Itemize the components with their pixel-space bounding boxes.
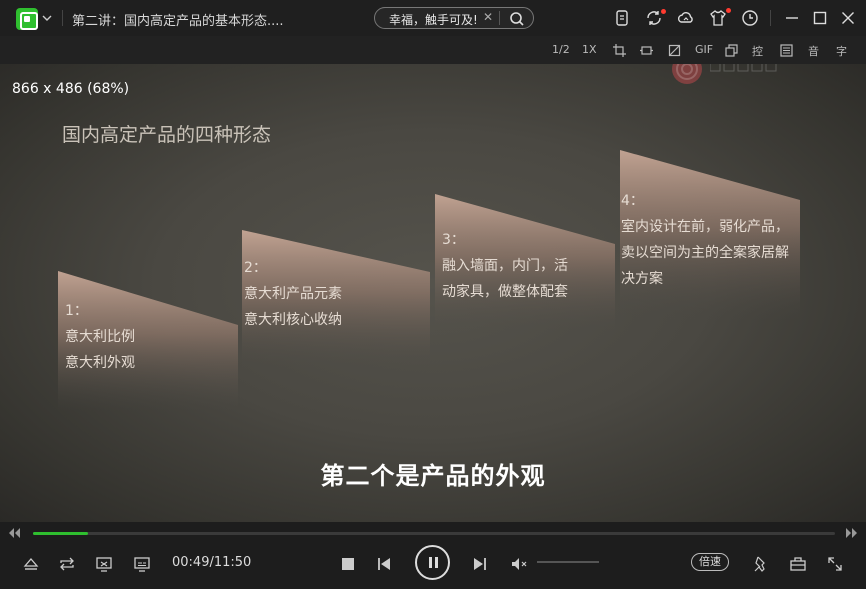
panel-label-line: 4：	[621, 193, 644, 209]
mobile-phone-icon[interactable]	[613, 9, 631, 27]
panel-label-line: 决方案	[621, 271, 663, 287]
form-panel-3: 3： 融入墙面，内门，活 动家具，做整体配套	[435, 194, 615, 334]
watermark-text-graphic	[710, 64, 777, 72]
picture-settings-icon[interactable]	[780, 44, 793, 57]
app-logo-icon[interactable]	[16, 8, 38, 30]
cloud-icon[interactable]	[677, 9, 695, 27]
seek-progress-fill	[33, 532, 89, 535]
minimize-icon[interactable]	[783, 9, 801, 27]
progress-bar	[0, 522, 866, 544]
volume-muted-icon[interactable]	[510, 555, 528, 573]
panel-label-line: 融入墙面，内门，活	[442, 258, 568, 274]
panel-label-line: 卖以空间为主的全案家居解	[621, 245, 789, 261]
video-frame[interactable]: 866 x 486 (68%) 国内高定产品的四种形态 1： 意大利比例 意大利…	[0, 64, 866, 522]
skin-tshirt-icon[interactable]	[709, 9, 727, 27]
panel-label-line: 意大利核心收纳	[244, 312, 342, 328]
panel-label-line: 2：	[244, 260, 267, 276]
form-panel-1: 1： 意大利比例 意大利外观	[58, 271, 238, 411]
previous-track-icon[interactable]	[375, 555, 393, 573]
control-bar: 00:49/11:50 倍速	[0, 544, 866, 589]
subtitle-caption: 第二个是产品的外观	[320, 462, 546, 490]
form-panel-4: 4： 室内设计在前，弱化产品， 卖以空间为主的全案家居解 决方案	[620, 150, 800, 320]
panel-label-line: 意大利外观	[65, 355, 135, 371]
search-box[interactable]: 幸福，触手可及! ✕	[374, 7, 534, 29]
panel-label-line: 3：	[442, 232, 465, 248]
clear-search-icon[interactable]: ✕	[483, 10, 493, 24]
tool-strip: 1/2 1X GIF 控 音 字	[0, 36, 866, 64]
slide-title: 国内高定产品的四种形态	[62, 124, 272, 146]
search-icon[interactable]	[509, 11, 525, 27]
pause-button[interactable]	[415, 545, 450, 580]
resolution-overlay: 866 x 486 (68%)	[12, 81, 130, 97]
half-size-button[interactable]: 1/2	[552, 43, 570, 56]
search-input[interactable]: 幸福，触手可及!	[389, 11, 478, 28]
title-separator	[770, 10, 771, 26]
seek-forward-icon[interactable]	[844, 528, 860, 538]
panel-label-line: 意大利产品元素	[244, 286, 342, 302]
notification-dot	[661, 9, 666, 14]
control-panel-button[interactable]: 控	[752, 43, 763, 59]
history-clock-icon[interactable]	[741, 9, 759, 27]
title-bar: 第二讲：国内高定产品的基本形态.... 幸福，触手可及! ✕	[0, 0, 866, 36]
seek-track[interactable]	[33, 532, 835, 535]
gif-capture-button[interactable]: GIF	[695, 43, 713, 56]
panel-label-line: 意大利比例	[65, 329, 135, 345]
close-icon[interactable]	[839, 9, 857, 27]
volume-slider[interactable]	[537, 561, 599, 563]
video-title: 第二讲：国内高定产品的基本形态....	[72, 14, 284, 29]
chevron-down-icon[interactable]	[42, 13, 52, 23]
stop-icon[interactable]	[339, 555, 357, 573]
playback-speed-button[interactable]: 倍速	[691, 553, 729, 571]
search-divider	[499, 11, 500, 25]
eject-open-file-icon[interactable]	[22, 555, 40, 573]
panel-label-line: 动家具，做整体配套	[442, 284, 568, 300]
toolbox-icon[interactable]	[789, 555, 807, 573]
loop-icon[interactable]	[58, 555, 76, 573]
panel-label-line: 1：	[65, 303, 88, 319]
subtitle-screen-icon[interactable]	[133, 555, 151, 573]
screen-cast-icon[interactable]	[95, 555, 113, 573]
fit-screen-icon[interactable]	[640, 44, 653, 57]
original-size-button[interactable]: 1X	[582, 43, 597, 56]
crop-frame-icon[interactable]	[613, 44, 626, 57]
maximize-icon[interactable]	[811, 9, 829, 27]
subtitle-settings-button[interactable]: 字	[836, 43, 847, 59]
form-panel-2: 2： 意大利产品元素 意大利核心收纳	[242, 230, 430, 370]
panel-label-line: 室内设计在前，弱化产品，	[621, 219, 789, 235]
multi-window-icon[interactable]	[725, 44, 738, 57]
time-display: 00:49/11:50	[172, 555, 252, 570]
watermark-logo-icon	[672, 64, 702, 84]
audio-settings-button[interactable]: 音	[808, 43, 819, 59]
pin-on-top-icon[interactable]	[752, 555, 770, 573]
title-separator	[62, 10, 63, 26]
seek-backward-icon[interactable]	[6, 528, 22, 538]
notification-dot	[726, 8, 731, 13]
rotate-crop-icon[interactable]	[668, 44, 681, 57]
fullscreen-icon[interactable]	[826, 555, 844, 573]
next-track-icon[interactable]	[471, 555, 489, 573]
